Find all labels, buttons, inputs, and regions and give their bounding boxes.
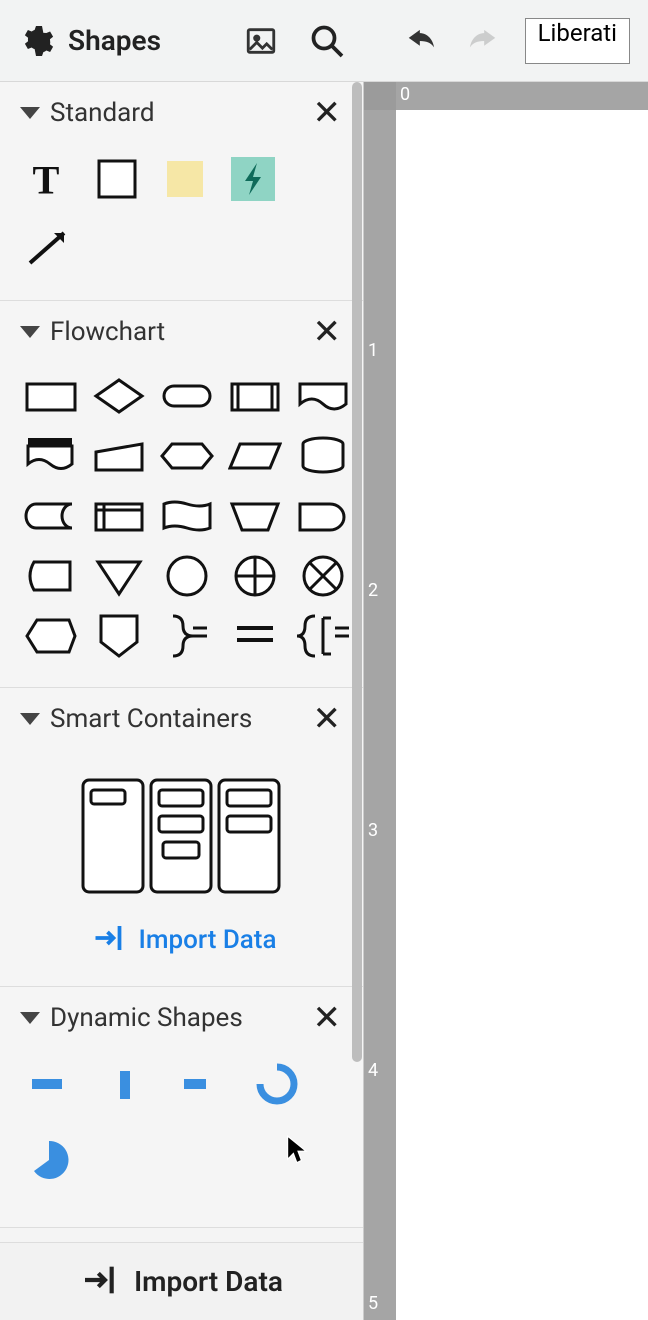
preparation-shape-icon[interactable] [158, 431, 216, 481]
close-icon[interactable]: ✕ [309, 1001, 346, 1035]
search-icon[interactable] [305, 19, 349, 63]
import-data-button[interactable]: Import Data [0, 1242, 363, 1320]
brace-left-bracket-icon[interactable] [294, 611, 352, 661]
flowchart-grid [22, 371, 345, 661]
stored-data-shape-icon[interactable] [22, 491, 80, 541]
ruler-h-tick-0: 0 [400, 84, 410, 105]
close-icon[interactable]: ✕ [309, 96, 346, 130]
offpage-connector-shape-icon[interactable] [22, 551, 80, 601]
gear-icon[interactable] [18, 23, 54, 59]
section-header-smart-containers[interactable]: Smart Containers ✕ [0, 688, 363, 748]
scrollbar-thumb[interactable] [352, 82, 362, 1062]
manual-operation-shape-icon[interactable] [226, 491, 284, 541]
section-title-smart-containers: Smart Containers [50, 704, 309, 734]
sticky-note-icon[interactable] [158, 152, 212, 206]
ruler-v-tick-1: 1 [368, 340, 378, 361]
shapes-panel-title: Shapes [68, 24, 161, 57]
section-title-flowchart: Flowchart [50, 317, 309, 347]
font-family-select[interactable]: Liberati [525, 18, 630, 64]
text-tool-icon[interactable]: T [22, 152, 76, 206]
bar-short-icon[interactable] [174, 1057, 228, 1111]
ruler-v-tick-2: 2 [368, 580, 378, 601]
document-shape-icon[interactable] [294, 371, 352, 421]
bar-vertical-icon[interactable] [98, 1057, 152, 1111]
section-flowchart: Flowchart ✕ [0, 301, 363, 688]
data-io-shape-icon[interactable] [226, 431, 284, 481]
section-smart-containers: Smart Containers ✕ [0, 688, 363, 987]
topbar-left: Shapes [18, 23, 161, 59]
import-icon [80, 1260, 120, 1304]
close-icon[interactable]: ✕ [309, 315, 346, 349]
donut-arc-icon[interactable] [250, 1057, 304, 1111]
sidebar-scroll: Standard ✕ T [0, 82, 363, 1318]
import-data-label: Import Data [134, 1265, 283, 1298]
import-data-label: Import Data [139, 925, 277, 955]
ruler-v-tick-4: 4 [368, 1060, 378, 1081]
section-header-flowchart[interactable]: Flowchart ✕ [0, 301, 363, 361]
ruler-v-tick-5: 5 [368, 1293, 378, 1314]
shapes-sidebar: Standard ✕ T [0, 82, 364, 1320]
decision-shape-icon[interactable] [90, 371, 148, 421]
lightning-icon[interactable] [226, 152, 280, 206]
caret-down-icon [20, 1012, 40, 1024]
terminator-shape-icon[interactable] [158, 371, 216, 421]
parallel-lines-icon[interactable] [226, 611, 284, 661]
rectangle-shape-icon[interactable] [90, 152, 144, 206]
summing-junction-icon[interactable] [226, 551, 284, 601]
redo-icon[interactable] [459, 19, 503, 63]
topbar-middle [239, 19, 349, 63]
multi-document-shape-icon[interactable] [22, 431, 80, 481]
image-icon[interactable] [239, 19, 283, 63]
manual-input-shape-icon[interactable] [90, 431, 148, 481]
section-dynamic-shapes: Dynamic Shapes ✕ [0, 987, 363, 1228]
connector-circle-icon[interactable] [158, 551, 216, 601]
bar-horizontal-icon[interactable] [22, 1057, 76, 1111]
undo-icon[interactable] [401, 19, 445, 63]
section-body-flowchart [0, 361, 363, 687]
section-header-standard[interactable]: Standard ✕ [0, 82, 363, 142]
topbar-right: Liberati [401, 18, 630, 64]
section-header-dynamic-shapes[interactable]: Dynamic Shapes ✕ [0, 987, 363, 1047]
workspace: Standard ✕ T [0, 82, 648, 1320]
delay-shape-icon[interactable] [294, 491, 352, 541]
caret-down-icon [20, 107, 40, 119]
undo-redo-group [401, 19, 503, 63]
pie-slice-icon[interactable] [22, 1133, 76, 1187]
caret-down-icon [20, 326, 40, 338]
canvas-area[interactable]: 0 1 2 3 4 5 [364, 82, 648, 1320]
ruler-v-tick-3: 3 [368, 820, 378, 841]
section-title-dynamic-shapes: Dynamic Shapes [50, 1003, 309, 1033]
ruler-horizontal: 0 [396, 82, 648, 110]
caret-down-icon [20, 713, 40, 725]
brace-right-icon[interactable] [158, 611, 216, 661]
merge-shape-icon[interactable] [90, 551, 148, 601]
canvas-page[interactable] [396, 110, 648, 1320]
hexagon-tag-icon[interactable] [22, 611, 80, 661]
close-icon[interactable]: ✕ [309, 702, 346, 736]
database-shape-icon[interactable] [294, 431, 352, 481]
font-family-value: Liberati [538, 19, 617, 47]
smart-container-preview[interactable] [22, 758, 345, 896]
topbar: Shapes Liberati [0, 0, 648, 82]
import-icon [91, 920, 127, 960]
section-body-standard: T [0, 142, 363, 300]
section-title-standard: Standard [50, 98, 309, 128]
or-junction-icon[interactable] [294, 551, 352, 601]
section-body-smart-containers: Import Data [0, 748, 363, 986]
ruler-vertical: 1 2 3 4 5 [364, 110, 396, 1320]
predefined-process-shape-icon[interactable] [226, 371, 284, 421]
svg-text:T: T [33, 158, 60, 201]
dynamic-shapes-row [22, 1057, 345, 1187]
offpage-down-icon[interactable] [90, 611, 148, 661]
import-data-link[interactable]: Import Data [22, 920, 345, 960]
process-shape-icon[interactable] [22, 371, 80, 421]
section-standard: Standard ✕ T [0, 82, 363, 301]
display-shape-icon[interactable] [158, 491, 216, 541]
standard-shape-row: T [22, 152, 345, 274]
section-body-dynamic-shapes [0, 1047, 363, 1227]
internal-storage-shape-icon[interactable] [90, 491, 148, 541]
arrow-icon[interactable] [22, 220, 76, 274]
